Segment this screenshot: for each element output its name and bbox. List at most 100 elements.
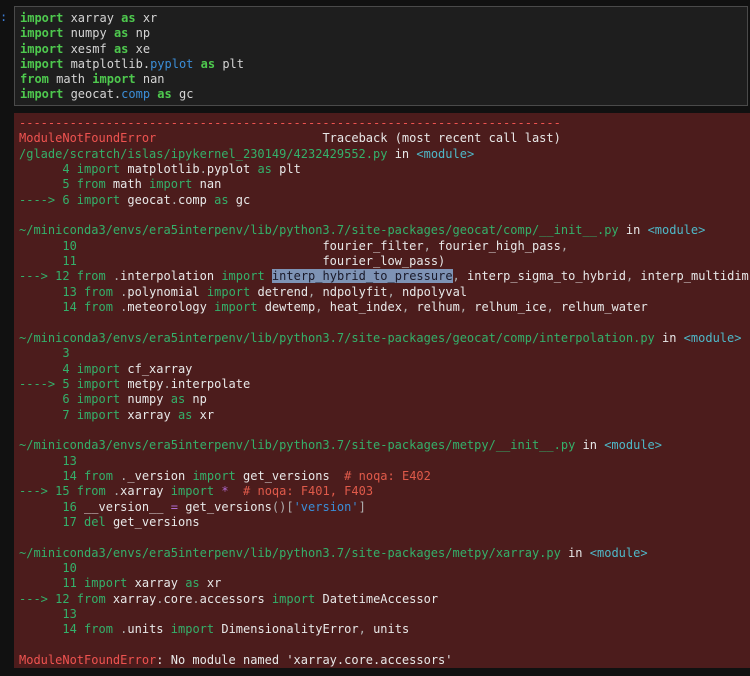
token: ----------------------------------------… (19, 116, 561, 130)
token: xarray (63, 11, 122, 25)
token: DimensionalityError (214, 622, 359, 637)
token: plt (215, 56, 245, 71)
token: xr (135, 11, 158, 25)
token: 10 (19, 560, 85, 575)
token: units (127, 622, 171, 637)
token: , (452, 269, 460, 284)
token: get_versions (177, 499, 272, 514)
token: geocat (120, 192, 171, 207)
code-cell-input[interactable]: import xarray as xr import numpy as np imp… (14, 6, 748, 106)
token: # noqa: F401, F403 (243, 484, 374, 499)
token: ~/miniconda3/envs/era5interpenv/lib/pyth… (19, 438, 576, 453)
token: as (113, 26, 129, 41)
token: detrend (250, 284, 309, 299)
token: * (221, 484, 229, 499)
token: ndpolyfit (315, 284, 388, 299)
token: from (84, 622, 113, 637)
token: del (84, 514, 106, 529)
token: numpy (120, 392, 171, 407)
token: , (546, 300, 554, 315)
token: import (20, 26, 64, 41)
token: 13 (19, 607, 85, 621)
traceback-line: 14 from .meteorology import dewtemp, hea… (19, 300, 750, 315)
token: as (157, 87, 172, 102)
token: in (618, 223, 648, 238)
traceback-line: 13 (19, 607, 750, 622)
token: , (387, 284, 395, 299)
token: 'version' (293, 499, 359, 514)
token: 14 (19, 468, 85, 483)
token: 11 (19, 576, 85, 591)
token: import (20, 56, 64, 71)
token: <module> (647, 223, 706, 238)
token: as (257, 162, 272, 177)
token: ModuleNotFoundError (19, 131, 157, 146)
token: _version (127, 468, 193, 483)
traceback-line: ----------------------------------------… (19, 116, 750, 131)
token: from (76, 591, 106, 606)
traceback-line: 4 import cf_xarray (19, 362, 750, 377)
token: from (84, 300, 113, 315)
traceback-line: 10 fourier_filter, fourier_high_pass, (19, 239, 750, 254)
token: get_versions (235, 468, 345, 483)
token: as (200, 56, 216, 71)
code-line: import xarray as xr (20, 11, 747, 26)
token: interpolate (170, 376, 251, 391)
traceback-line: ----> 5 import metpy.interpolate (19, 377, 750, 392)
token: /glade/scratch/islas/ipykernel_230149/42… (19, 146, 388, 161)
traceback-line: 3 (19, 346, 750, 361)
traceback-line: 4 import matplotlib.pyplot as plt (19, 162, 750, 177)
token: cf_xarray (120, 361, 193, 376)
token: ~/miniconda3/envs/era5interpenv/lib/pyth… (19, 223, 619, 238)
traceback-line: 13 (19, 454, 750, 469)
cell-prompt: : (0, 10, 8, 24)
token: as (170, 392, 186, 407)
token: from (20, 72, 49, 87)
code-line: import numpy as np (20, 26, 747, 41)
token: import (170, 622, 215, 637)
token: import (214, 300, 258, 315)
token: metpy (120, 376, 164, 391)
token: from (84, 284, 113, 299)
token: [ (286, 499, 294, 514)
code-line: from math import nan (20, 72, 747, 87)
token: polynomial (127, 284, 207, 299)
token: from (76, 484, 106, 499)
token: comp (121, 87, 151, 102)
token: () (271, 499, 287, 514)
token: nan (135, 72, 165, 87)
token: 5 (19, 177, 77, 192)
token: xesmf (63, 41, 114, 56)
traceback-line: 14 from ._version import get_versions # … (19, 469, 750, 484)
token: ---> 15 (19, 484, 77, 499)
token: math (105, 177, 150, 192)
traceback-line: ---> 15 from .xarray import * # noqa: F4… (19, 484, 750, 499)
token: . (170, 192, 178, 207)
traceback-line: 6 import numpy as np (19, 392, 750, 407)
token: nan (192, 177, 222, 192)
token: import (20, 41, 64, 56)
token: ~/miniconda3/envs/era5interpenv/lib/pyth… (19, 330, 655, 345)
token: 13 (19, 453, 85, 468)
traceback-line: ----> 6 import geocat.comp as gc (19, 193, 750, 208)
traceback-line: ModuleNotFoundError Traceback (most rece… (19, 131, 750, 146)
token: . (192, 591, 200, 606)
token: from (84, 468, 113, 483)
token: matplotlib. (63, 56, 151, 71)
token: 13 (19, 284, 85, 299)
token: import (271, 591, 316, 606)
token: gc (171, 87, 194, 102)
token: in (560, 545, 590, 560)
token: as (185, 576, 200, 591)
token: import (20, 11, 64, 25)
token: , (423, 238, 431, 253)
token: interp_sigma_to_hybrid (459, 269, 626, 284)
token: import (92, 72, 136, 87)
token: xr (199, 576, 222, 591)
token: np (128, 26, 151, 41)
token: = (170, 499, 178, 514)
traceback-line: ---> 12 from xarray.core.accessors impor… (19, 592, 750, 607)
token: import (170, 484, 215, 499)
